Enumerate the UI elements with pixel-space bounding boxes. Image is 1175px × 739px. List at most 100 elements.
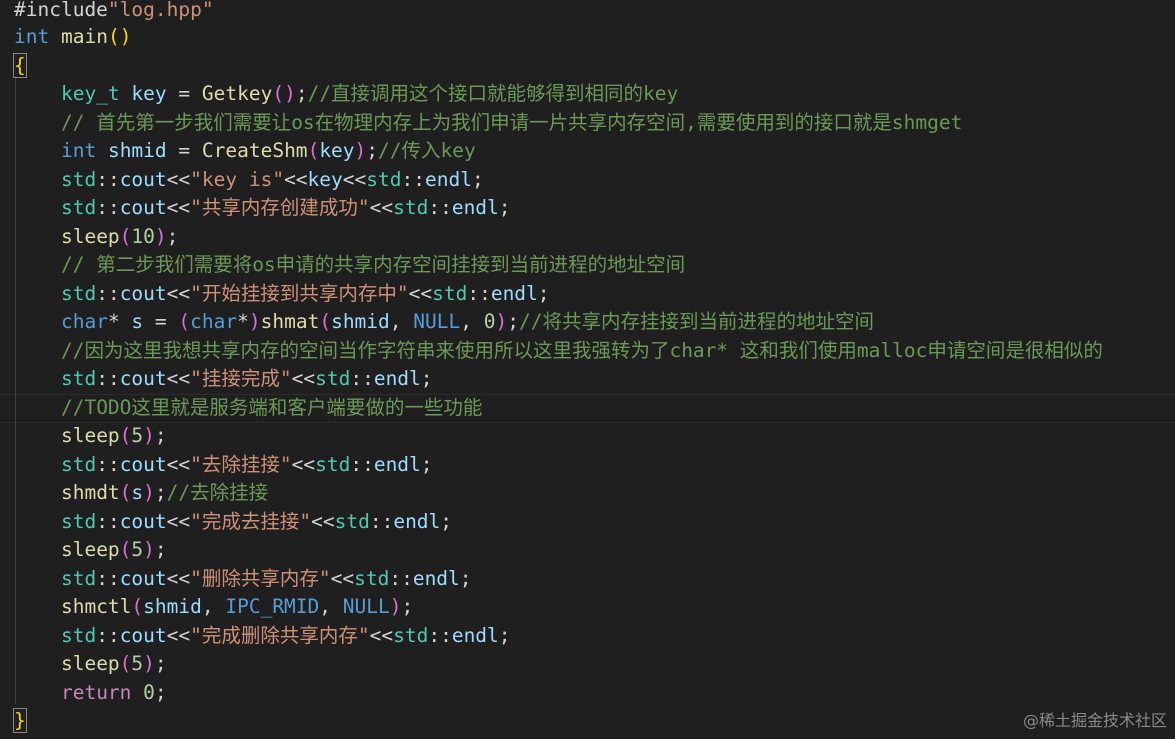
code-token: << (166, 567, 191, 590)
code-token: endl (451, 196, 499, 219)
code-token: () (272, 82, 296, 105)
code-token: :: (350, 453, 374, 476)
code-token: // 首先第一步我们需要让os在物理内存上为我们申请一片共享内存空间,需要使用到… (60, 111, 963, 134)
code-line[interactable]: char* s = (char*)shmat(shmid, NULL, 0);/… (14, 308, 874, 337)
code-token: << (369, 624, 394, 647)
code-token: cout (119, 196, 167, 219)
code-token: sleep (60, 538, 120, 561)
code-token: ) (143, 652, 155, 675)
code-token: << (408, 282, 433, 305)
code-line[interactable]: #include"log.hpp" (14, 0, 214, 25)
code-token: //因为这里我想共享内存的空间当作字符串来使用所以这里我强转为了char* 这和… (60, 339, 1103, 362)
code-token: ; (401, 595, 414, 618)
code-token: key (307, 168, 343, 191)
code-token: << (166, 196, 191, 219)
code-line[interactable]: shmctl(shmid, IPC_RMID, NULL); (14, 593, 413, 622)
code-token: IPC_RMID (225, 595, 320, 618)
code-line[interactable]: std::cout<<"挂接完成"<<std::endl; (14, 365, 433, 394)
code-token: :: (96, 510, 120, 533)
code-token: :: (96, 168, 120, 191)
code-token: char (190, 310, 238, 333)
code-line[interactable]: //TODO这里就是服务端和客户端要做的一些功能 (14, 394, 482, 423)
code-token: std (393, 196, 429, 219)
code-line[interactable]: // 首先第一步我们需要让os在物理内存上为我们申请一片共享内存空间,需要使用到… (14, 109, 962, 138)
code-line[interactable]: sleep(5); (14, 650, 167, 679)
code-token: << (166, 367, 191, 390)
code-token: = (143, 310, 179, 333)
code-token: ; (537, 282, 550, 305)
code-token: ; (295, 82, 308, 105)
code-token: "key is" (190, 168, 285, 191)
code-token: std (354, 567, 390, 590)
code-token: std (60, 282, 97, 305)
code-token: "完成删除共享内存" (190, 624, 370, 647)
code-token: std (366, 168, 402, 191)
code-line[interactable]: sleep(10); (14, 223, 178, 252)
code-editor[interactable]: #include"log.hpp" int main(){ key_t key =… (0, 0, 1175, 739)
code-token: cout (119, 510, 167, 533)
code-token: ; (507, 310, 519, 333)
code-token: ; (154, 481, 167, 504)
code-token: :: (96, 453, 120, 476)
code-line[interactable]: std::cout<<"完成去挂接"<<std::endl; (14, 508, 452, 537)
code-line[interactable]: key_t key = Getkey();//直接调用这个接口就能够得到相同的k… (14, 80, 678, 109)
code-token: sleep (60, 424, 120, 447)
code-line[interactable]: std::cout<<"去除挂接"<<std::endl; (14, 451, 433, 480)
code-line[interactable]: sleep(5); (14, 536, 167, 565)
code-token: std (60, 567, 97, 590)
code-token: = (166, 82, 202, 105)
code-token: ; (459, 567, 472, 590)
code-token: cout (119, 282, 167, 305)
code-token: std (60, 510, 97, 533)
code-token: = (166, 139, 202, 162)
code-token: char (60, 310, 108, 333)
code-token: ; (154, 681, 167, 704)
code-token: endl (393, 510, 441, 533)
watermark: @稀土掘金技术社区 (1022, 711, 1167, 730)
code-line[interactable]: int shmid = CreateShm(key);//传入key (14, 137, 476, 166)
code-token: :: (389, 567, 413, 590)
code-line[interactable]: // 第二步我们需要将os申请的共享内存空间挂接到当前进程的地址空间 (14, 251, 685, 280)
code-line[interactable]: //因为这里我想共享内存的空间当作字符串来使用所以这里我强转为了char* 这和… (14, 337, 1103, 366)
code-line[interactable]: std::cout<<"共享内存创建成功"<<std::endl; (14, 194, 511, 223)
code-token: endl (451, 624, 499, 647)
code-token: shmid (143, 595, 202, 618)
code-token: ( (307, 139, 320, 162)
code-line[interactable]: std::cout<<"完成删除共享内存"<<std::endl; (14, 622, 511, 651)
code-line[interactable]: sleep(5); (14, 422, 167, 451)
code-token: 0 (143, 681, 155, 704)
code-token: key (131, 82, 167, 105)
code-token: CreateShm (201, 139, 308, 162)
code-token: { (13, 53, 27, 78)
code-token: << (291, 367, 316, 390)
code-line[interactable]: return 0; (14, 679, 167, 708)
code-token: ; (154, 652, 167, 675)
code-token: endl (490, 282, 538, 305)
code-line[interactable]: } (13, 707, 27, 736)
code-token: ( (119, 481, 132, 504)
code-token: std (393, 624, 429, 647)
code-token: ( (131, 595, 144, 618)
code-line[interactable]: shmdt(s);//去除挂接 (14, 479, 268, 508)
code-token: :: (96, 282, 120, 305)
code-line[interactable]: int main() (14, 23, 131, 52)
code-line[interactable]: { (13, 52, 27, 81)
code-token: << (166, 282, 191, 305)
code-token: endl (412, 567, 460, 590)
code-line[interactable]: std::cout<<"key is"<<key<<std::endl; (14, 166, 484, 195)
code-token: std (60, 453, 97, 476)
code-token: ( (119, 225, 132, 248)
code-line[interactable]: std::cout<<"开始挂接到共享内存中"<<std::endl; (14, 280, 550, 309)
code-token: s (131, 481, 144, 504)
code-line[interactable]: std::cout<<"删除共享内存"<<std::endl; (14, 565, 472, 594)
